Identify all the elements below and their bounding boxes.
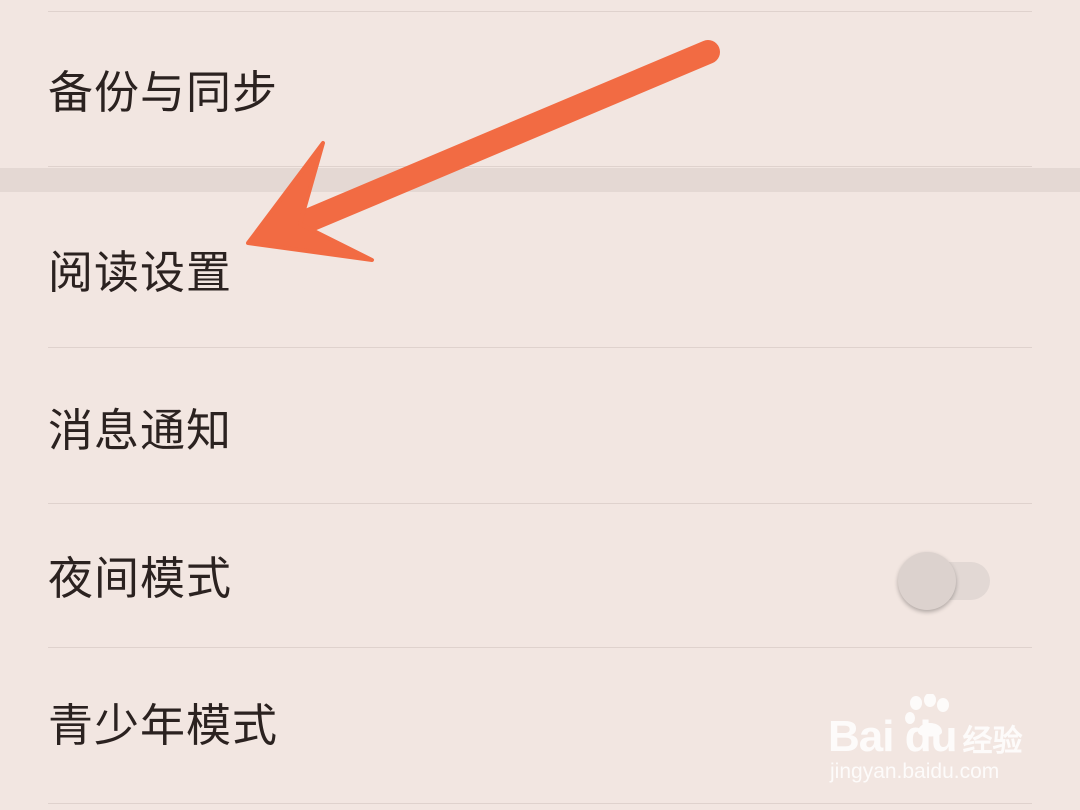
settings-item-label: 消息通知 — [48, 404, 233, 457]
settings-item-label: 青少年模式 — [48, 699, 279, 752]
settings-item-reading-settings[interactable]: 阅读设置 — [0, 192, 1080, 347]
divider — [48, 803, 1032, 804]
divider — [48, 166, 1032, 167]
settings-item-label: 备份与同步 — [48, 66, 279, 119]
watermark-url: jingyan.baidu.com — [830, 760, 1000, 783]
night-mode-toggle[interactable] — [898, 552, 992, 610]
toggle-knob — [898, 552, 956, 610]
settings-item-backup-sync[interactable]: 备份与同步 — [0, 12, 1080, 167]
section-separator — [0, 168, 1080, 192]
settings-item-notifications[interactable]: 消息通知 — [0, 348, 1080, 503]
settings-item-night-mode[interactable]: 夜间模式 — [0, 504, 1080, 647]
settings-item-label: 夜间模式 — [48, 552, 233, 605]
watermark-brand: Bai du 经验 — [828, 712, 1022, 762]
watermark-brand-text: Bai du — [828, 712, 957, 761]
watermark-brand-cn: 经验 — [962, 724, 1023, 759]
settings-item-label: 阅读设置 — [48, 246, 233, 299]
baidu-jingyan-watermark: Bai du 经验 jingyan.baidu.com — [826, 694, 1036, 790]
